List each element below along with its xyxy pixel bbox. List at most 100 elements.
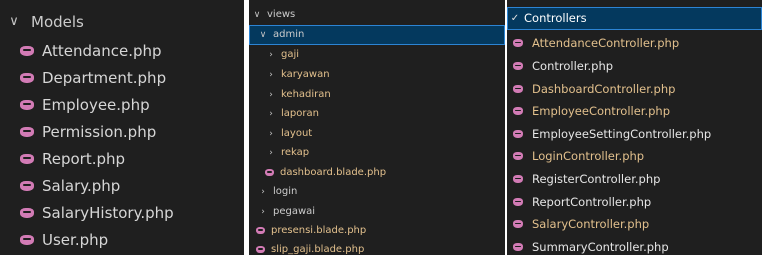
php-icon [20, 99, 34, 110]
php-icon [256, 246, 265, 254]
php-icon [513, 62, 523, 71]
file-item[interactable]: slip_gaji.blade.php [249, 240, 505, 255]
php-icon [513, 243, 523, 252]
folder-item[interactable]: › karyawan [249, 65, 505, 85]
chevron-down-icon: ∨ [9, 14, 19, 29]
file-label: slip_gaji.blade.php [271, 244, 365, 255]
file-label: AttendanceController.php [532, 36, 680, 51]
php-icon [20, 126, 34, 137]
file-item[interactable]: SalaryHistory.php [0, 199, 244, 226]
file-label: Report.php [42, 149, 126, 168]
php-icon [20, 207, 34, 218]
php-icon [265, 169, 274, 177]
chevron-right-icon: › [261, 206, 265, 217]
folder-item[interactable]: › rekap [249, 143, 505, 163]
chevron-right-icon: › [269, 49, 273, 60]
folder-views[interactable]: ∨ views [249, 5, 505, 25]
php-icon [20, 45, 34, 56]
folder-models[interactable]: ∨ Models [0, 8, 244, 35]
file-label: presensi.blade.php [271, 225, 367, 237]
folder-label: login [273, 186, 298, 198]
chevron-right-icon: › [269, 89, 273, 100]
chevron-right-icon: › [269, 69, 273, 80]
file-item[interactable]: Report.php [0, 145, 244, 172]
folder-label: Controllers [524, 11, 587, 26]
file-item[interactable]: Attendance.php [0, 37, 244, 64]
file-item[interactable]: EmployeeSettingController.php [507, 123, 762, 146]
file-label: LoginController.php [532, 149, 645, 164]
file-label: Employee.php [42, 95, 150, 114]
folder-item[interactable]: › kehadiran [249, 85, 505, 105]
folder-label: karyawan [281, 69, 330, 81]
file-item[interactable]: Controller.php [507, 55, 762, 78]
controllers-explorer-panel: ✓ Controllers AttendanceController.php C… [507, 0, 762, 255]
php-icon [20, 234, 34, 245]
php-icon [513, 198, 523, 207]
php-icon [513, 175, 523, 184]
folder-label: kehadiran [281, 89, 331, 101]
folder-item[interactable]: › login [249, 182, 505, 202]
folder-label: rekap [281, 147, 310, 159]
folder-controllers[interactable]: ✓ Controllers [507, 7, 762, 30]
file-item[interactable]: Employee.php [0, 91, 244, 118]
chevron-right-icon: › [269, 128, 273, 139]
folder-label: layout [281, 128, 313, 140]
folder-label: pegawai [273, 206, 316, 218]
file-label: Attendance.php [42, 41, 162, 60]
file-label: SalaryHistory.php [42, 203, 174, 222]
file-item[interactable]: DashboardController.php [507, 78, 762, 101]
views-explorer-panel: ∨ views ∨ admin › gaji › karyawan › keha… [249, 0, 505, 255]
file-label: Controller.php [532, 59, 614, 74]
file-item[interactable]: SalaryController.php [507, 213, 762, 236]
file-item[interactable]: User.php [0, 226, 244, 253]
chevron-down-icon: ✓ [510, 12, 520, 24]
php-icon [20, 153, 34, 164]
php-icon [513, 39, 523, 48]
chevron-down-icon: ∨ [253, 9, 261, 20]
folder-label: laporan [281, 108, 319, 120]
file-label: Permission.php [42, 122, 157, 141]
file-item[interactable]: AttendanceController.php [507, 32, 762, 55]
file-item[interactable]: LoginController.php [507, 145, 762, 168]
file-item[interactable]: Permission.php [0, 118, 244, 145]
folder-item[interactable]: › laporan [249, 104, 505, 124]
folder-item[interactable]: › pegawai [249, 202, 505, 222]
chevron-right-icon: › [269, 147, 273, 158]
models-explorer-panel: ∨ Models Attendance.php Department.php E… [0, 0, 244, 255]
file-label: DashboardController.php [532, 82, 676, 97]
file-label: SummaryController.php [532, 240, 669, 255]
file-item[interactable]: dashboard.blade.php [249, 163, 505, 183]
php-icon [513, 130, 523, 139]
file-label: dashboard.blade.php [280, 167, 387, 179]
folder-admin[interactable]: ∨ admin [249, 25, 505, 45]
file-item[interactable]: Salary.php [0, 172, 244, 199]
file-label: Department.php [42, 68, 167, 87]
file-label: EmployeeSettingController.php [532, 127, 712, 142]
folder-label: gaji [281, 49, 300, 61]
php-icon [513, 85, 523, 94]
php-icon [20, 180, 34, 191]
file-label: Salary.php [42, 176, 121, 195]
folder-label: views [267, 9, 296, 21]
php-icon [513, 152, 523, 161]
folder-item[interactable]: › layout [249, 124, 505, 144]
php-icon [20, 72, 34, 83]
file-label: ReportController.php [532, 195, 652, 210]
php-icon [513, 107, 523, 116]
folder-label: Models [31, 12, 84, 31]
file-item[interactable]: EmployeeController.php [507, 100, 762, 123]
file-item[interactable]: ReportController.php [507, 191, 762, 214]
file-label: User.php [42, 230, 109, 249]
folder-label: admin [273, 29, 305, 41]
file-item[interactable]: Department.php [0, 64, 244, 91]
file-item[interactable]: RegisterController.php [507, 168, 762, 191]
chevron-down-icon: ∨ [259, 29, 267, 40]
php-icon [256, 227, 265, 235]
file-item[interactable]: SummaryController.php [507, 236, 762, 255]
file-label: EmployeeController.php [532, 104, 671, 119]
php-icon [513, 220, 523, 229]
file-label: SalaryController.php [532, 217, 650, 232]
folder-item[interactable]: › gaji [249, 45, 505, 65]
file-item[interactable]: presensi.blade.php [249, 221, 505, 241]
chevron-right-icon: › [269, 108, 273, 119]
